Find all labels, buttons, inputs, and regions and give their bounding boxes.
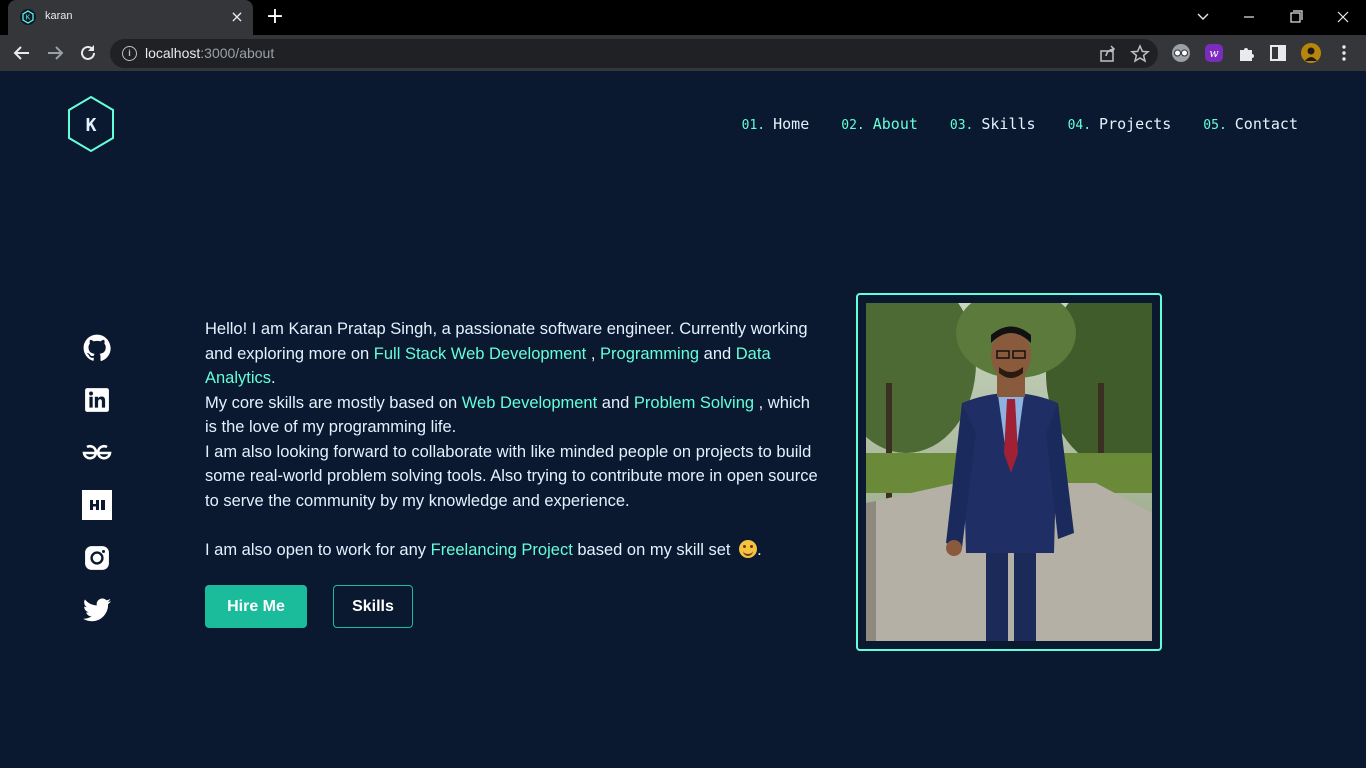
cta-buttons: Hire Me Skills: [205, 585, 413, 628]
share-icon[interactable]: [1098, 44, 1118, 64]
highlight-full-stack: Full Stack Web Development: [373, 344, 587, 363]
linkedin-icon[interactable]: [80, 385, 114, 415]
tab-title: karan: [45, 10, 73, 22]
github-icon[interactable]: [80, 333, 114, 363]
nav-item-contact[interactable]: 05. Contact: [1203, 115, 1298, 133]
hire-me-button[interactable]: Hire Me: [205, 585, 307, 628]
about-paragraph-freelance: I am also open to work for any Freelanci…: [205, 539, 762, 559]
skills-button[interactable]: Skills: [333, 585, 413, 628]
bookmark-star-icon[interactable]: [1130, 44, 1150, 64]
profile-photo: [866, 303, 1152, 641]
nav-number: 05.: [1203, 118, 1227, 133]
browser-tab-strip: K karan × +: [0, 0, 1366, 35]
highlight-freelancing: Freelancing Project: [430, 540, 573, 559]
nav-item-about[interactable]: 02. About: [841, 115, 918, 133]
restore-icon[interactable]: [1284, 6, 1308, 28]
back-icon[interactable]: [11, 42, 33, 64]
nav-label[interactable]: Home: [773, 115, 809, 133]
profile-photo-frame: [856, 293, 1162, 651]
main-nav: 01. Home 02. About 03. Skills 04. Projec…: [742, 115, 1298, 133]
svg-text:K: K: [26, 15, 31, 22]
extensions-puzzle-icon[interactable]: [1235, 42, 1257, 64]
svg-text:w: w: [1209, 47, 1219, 60]
site-info-icon[interactable]: i: [122, 46, 137, 61]
about-paragraph-intro: Hello! I am Karan Pratap Singh, a passio…: [205, 320, 808, 387]
portfolio-page: K 01. Home 02. About 03. Skills 04. Proj…: [0, 71, 1366, 768]
about-paragraph-skills: My core skills are mostly based on Web D…: [205, 393, 810, 437]
url-text[interactable]: localhost:3000/about: [145, 45, 274, 61]
nav-number: 02.: [841, 118, 865, 133]
nav-label[interactable]: Contact: [1235, 115, 1298, 133]
highlight-web-development: Web Development: [461, 393, 598, 412]
side-panel-icon[interactable]: [1267, 42, 1289, 64]
highlight-programming: Programming: [600, 344, 700, 363]
browser-toolbar: i localhost:3000/about: [0, 35, 1366, 71]
site-favicon-icon: K: [20, 9, 36, 25]
about-text: Hello! I am Karan Pratap Singh, a passio…: [205, 317, 825, 562]
highlight-problem-solving: Problem Solving: [633, 393, 755, 412]
profile-avatar-icon[interactable]: [1300, 42, 1322, 64]
hackerrank-icon[interactable]: [80, 490, 114, 520]
extension-glasses-icon[interactable]: [1170, 42, 1192, 64]
nav-label[interactable]: About: [873, 115, 918, 133]
new-tab-button[interactable]: +: [264, 6, 286, 28]
nav-item-projects[interactable]: 04. Projects: [1068, 115, 1172, 133]
nav-item-skills[interactable]: 03. Skills: [950, 115, 1036, 133]
logo-icon[interactable]: K: [66, 95, 116, 153]
minimize-icon[interactable]: [1237, 6, 1261, 28]
tab-search-chevron-icon[interactable]: [1191, 6, 1215, 28]
nav-label[interactable]: Projects: [1099, 115, 1171, 133]
nav-label[interactable]: Skills: [981, 115, 1035, 133]
forward-icon[interactable]: [44, 42, 66, 64]
tab-close-icon[interactable]: ×: [228, 8, 246, 26]
nav-item-home[interactable]: 01. Home: [742, 115, 810, 133]
nav-number: 03.: [949, 118, 974, 133]
close-window-icon[interactable]: [1331, 6, 1355, 28]
address-bar[interactable]: i localhost:3000/about: [110, 39, 1158, 68]
reload-icon[interactable]: [77, 42, 99, 64]
instagram-icon[interactable]: [80, 543, 114, 573]
extension-w-icon[interactable]: w: [1203, 42, 1225, 64]
geeksforgeeks-icon[interactable]: [80, 438, 114, 468]
browser-tab[interactable]: K karan ×: [8, 0, 253, 35]
browser-menu-icon[interactable]: [1333, 42, 1355, 64]
nav-number: 01.: [741, 118, 766, 133]
smile-emoji-icon: [739, 539, 758, 558]
about-paragraph-collaborate: I am also looking forward to collaborate…: [205, 442, 818, 510]
twitter-icon[interactable]: [80, 595, 114, 625]
logo-letter: K: [86, 115, 97, 136]
nav-number: 04.: [1067, 118, 1092, 133]
